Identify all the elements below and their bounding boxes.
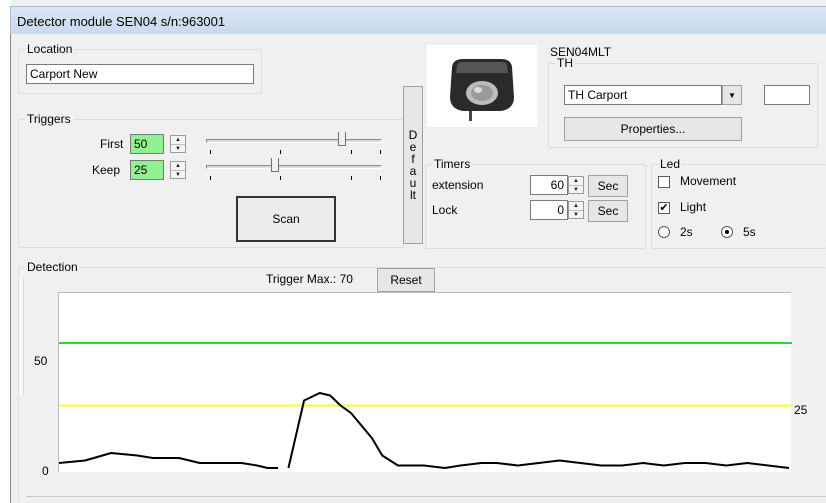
spin-down-icon[interactable]: ▼ [569,185,583,193]
detection-legend: Detection [27,260,78,274]
slider-tick [380,150,381,154]
radio-5s-label: 5s [743,225,756,239]
th-extra-input[interactable] [764,85,810,105]
slider-tick [210,150,211,154]
th-select[interactable]: TH Carport [564,85,722,105]
th-dropdown-button[interactable]: ▼ [722,85,742,105]
timers-legend: Timers [434,157,471,171]
radio-5s[interactable] [721,226,733,238]
first-label: First [100,137,124,151]
slider-tick [351,176,352,180]
led-group: Led [651,157,826,249]
slider-tick [210,176,211,180]
slider-tick [280,176,281,180]
th-legend: TH [557,56,573,70]
detection-trace-segment-2 [287,392,790,469]
radio-2s[interactable] [658,226,670,238]
label-0: 0 [42,464,49,478]
reset-button[interactable]: Reset [377,268,435,292]
detection-plot [58,292,792,472]
first-slider-track[interactable] [206,139,382,143]
location-legend: Location [27,42,73,56]
chevron-down-icon: ▼ [728,90,736,100]
first-input[interactable]: 50 [130,134,164,154]
spin-down-icon[interactable]: ▼ [171,144,185,152]
window-title: Detector module SEN04 s/n:963001 [17,14,226,29]
spin-up-icon[interactable]: ▲ [171,162,185,170]
extension-input[interactable]: 60 [530,175,568,195]
extension-unit-button[interactable]: Sec [588,175,628,197]
extension-label: extension [432,178,484,192]
window-title-bar: Detector module SEN04 s/n:963001 [10,6,826,34]
motion-sensor-icon [450,59,514,121]
location-input[interactable]: Carport New [26,64,254,84]
movement-label: Movement [680,174,737,188]
extension-spinner[interactable]: ▲ ▼ [568,176,584,194]
detection-inner-panel [19,278,24,396]
spin-down-icon[interactable]: ▼ [171,170,185,178]
lock-unit-button[interactable]: Sec [588,200,628,222]
first-spinner[interactable]: ▲ ▼ [170,135,186,153]
label-25: 25 [794,403,808,417]
checkmark-icon: ✔ [659,202,669,214]
movement-checkbox[interactable] [658,176,670,188]
spin-up-icon[interactable]: ▲ [171,136,185,144]
lock-label: Lock [432,203,458,217]
slider-tick [380,176,381,180]
lock-input[interactable]: 0 [530,200,568,220]
detection-plot-svg [58,342,792,469]
first-slider-thumb[interactable] [338,132,346,146]
trigger-max-label: Trigger Max.: 70 [266,272,353,286]
triggers-group: Triggers [18,112,404,248]
properties-button[interactable]: Properties... [564,117,742,141]
slider-tick [351,150,352,154]
radio-2s-label: 2s [680,225,693,239]
lock-spinner[interactable]: ▲ ▼ [568,201,584,219]
label-50: 50 [34,354,48,368]
keep-slider-track[interactable] [206,165,382,169]
scan-button[interactable]: Scan [236,196,336,242]
spin-up-icon[interactable]: ▲ [569,177,583,185]
slider-tick [280,150,281,154]
keep-input[interactable]: 25 [130,160,164,180]
th-selected-value: TH Carport [568,88,628,102]
device-image [427,45,537,127]
keep-spinner[interactable]: ▲ ▼ [170,161,186,179]
keep-slider-thumb[interactable] [271,158,279,172]
detection-trace-segment-1 [58,452,278,469]
spin-up-icon[interactable]: ▲ [569,202,583,210]
light-checkbox[interactable]: ✔ [658,202,670,214]
default-button-label: Default [408,128,418,202]
triggers-legend: Triggers [27,112,71,126]
light-label: Light [680,200,707,214]
left-window-border [10,34,11,503]
spin-down-icon[interactable]: ▼ [569,210,583,218]
detection-bottom-divider [26,496,826,497]
default-button[interactable]: Default [403,86,423,244]
keep-label: Keep [92,163,121,177]
led-legend: Led [660,157,681,171]
